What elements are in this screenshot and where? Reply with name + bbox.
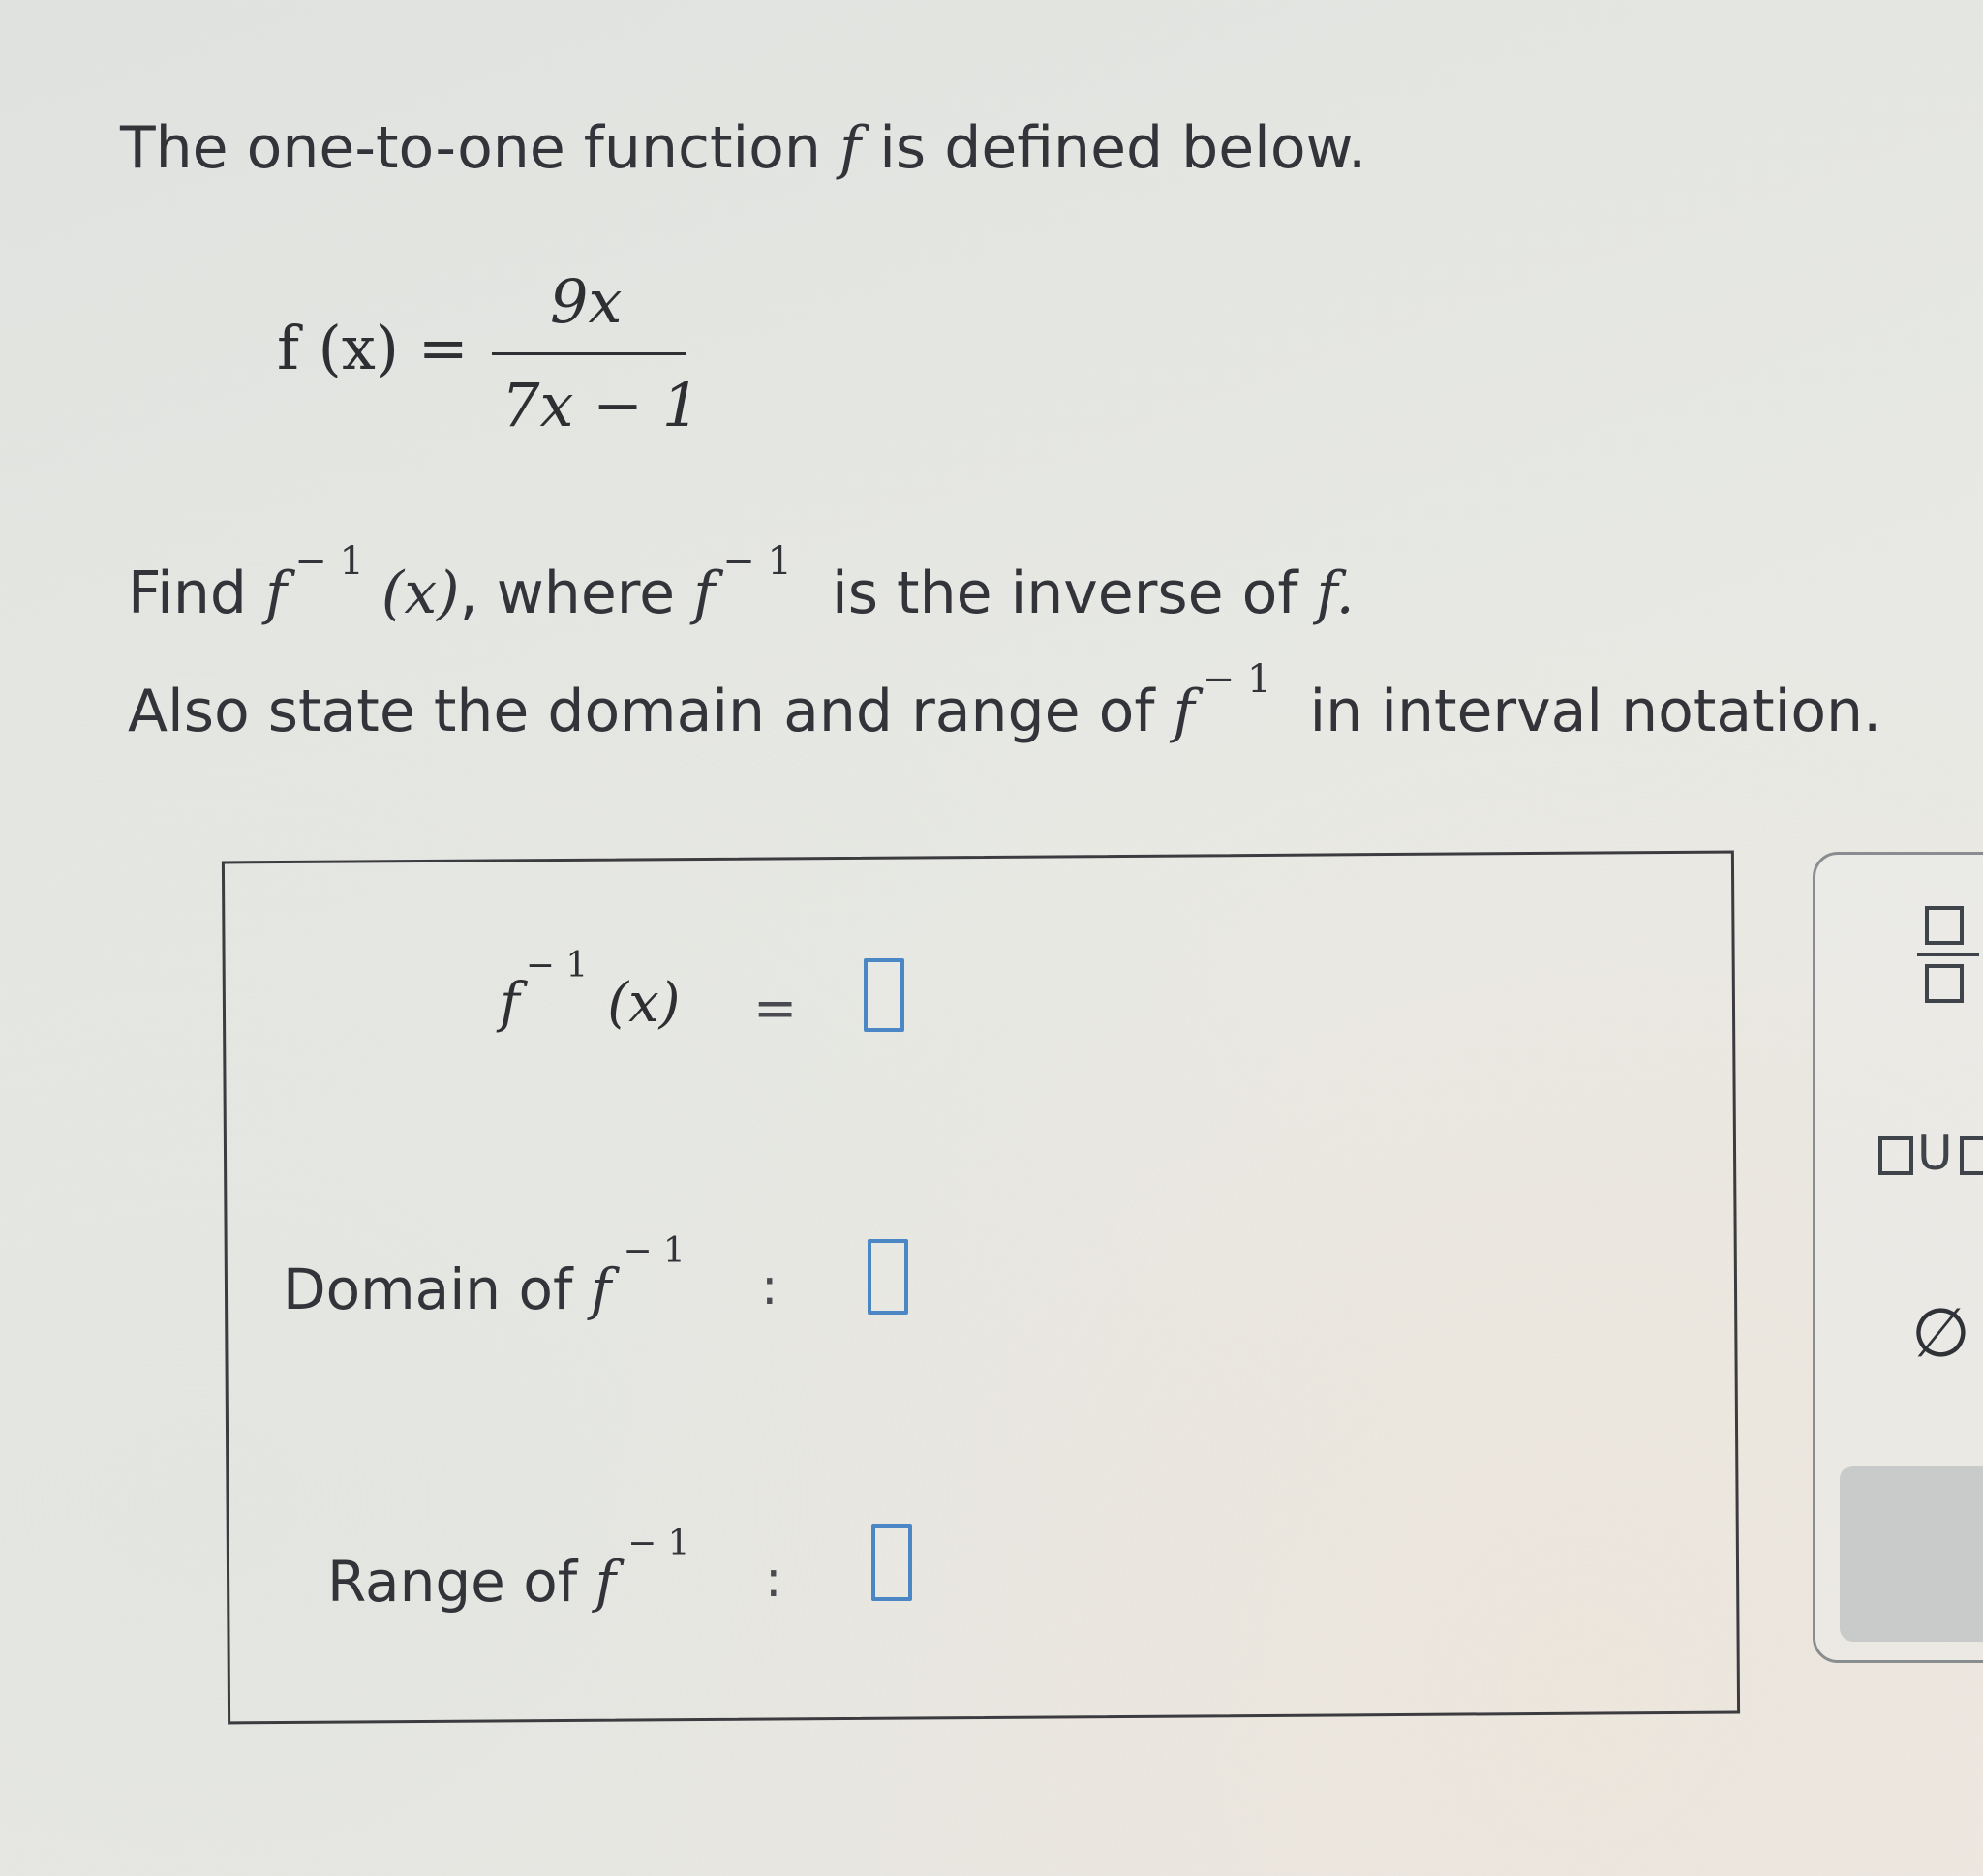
where-f: f bbox=[693, 560, 716, 627]
inverse-expression: f− 1 (x) bbox=[500, 946, 681, 1035]
fraction-icon-bottom-box bbox=[1925, 964, 1964, 1003]
intro-text-end: is defined below. bbox=[861, 114, 1367, 182]
fraction-denominator: 7x − 1 bbox=[502, 370, 701, 440]
fraction-icon-top-box bbox=[1925, 906, 1964, 945]
inverse-text: is the inverse of bbox=[812, 560, 1317, 627]
domain-label-f: f bbox=[590, 1256, 612, 1322]
function-lhs: f (x) = bbox=[277, 313, 469, 383]
fraction-icon-bar bbox=[1917, 953, 1979, 956]
interval-text: in interval notation. bbox=[1291, 678, 1882, 745]
also-text-start: Also state the domain and range of bbox=[128, 678, 1174, 745]
also-superscript: − 1 bbox=[1202, 657, 1272, 702]
also-text: Also state the domain and range of f − 1 … bbox=[128, 657, 1882, 745]
range-label-superscript: − 1 bbox=[627, 1524, 690, 1563]
inverse-expression-superscript: − 1 bbox=[525, 946, 589, 985]
union-icon-left-box bbox=[1878, 1136, 1913, 1175]
union-icon-symbol: U bbox=[1917, 1125, 1953, 1181]
union-button[interactable]: U bbox=[1878, 1125, 1983, 1181]
range-answer-input[interactable] bbox=[871, 1524, 912, 1601]
empty-set-button[interactable]: ∅ bbox=[1911, 1293, 1983, 1377]
domain-colon: : bbox=[761, 1258, 778, 1316]
range-label: Range of f − 1 bbox=[327, 1524, 690, 1615]
find-f: f bbox=[265, 560, 288, 627]
intro-text-start: The one-to-one function bbox=[120, 114, 839, 182]
equals-sign: = bbox=[753, 978, 798, 1039]
palette-action-button[interactable] bbox=[1840, 1466, 1983, 1642]
domain-label-text: Domain of bbox=[283, 1256, 591, 1322]
domain-label-superscript: − 1 bbox=[623, 1231, 686, 1271]
fraction-bar bbox=[492, 352, 686, 355]
inverse-expression-x: (x) bbox=[607, 972, 681, 1035]
inverse-f: f. bbox=[1316, 560, 1355, 627]
union-icon-right-box bbox=[1960, 1136, 1983, 1175]
inverse-expression-f: f bbox=[500, 972, 520, 1035]
where-superscript: − 1 bbox=[722, 539, 792, 584]
range-colon: : bbox=[765, 1551, 782, 1609]
fraction-numerator: 9x bbox=[550, 266, 623, 337]
range-label-f: f bbox=[595, 1549, 617, 1615]
find-text: Find f − 1 (x), where f − 1 is the inverse … bbox=[128, 539, 1355, 627]
also-f: f bbox=[1173, 678, 1195, 745]
range-label-text: Range of bbox=[327, 1549, 595, 1615]
find-superscript: − 1 bbox=[294, 539, 364, 584]
empty-set-icon: ∅ bbox=[1911, 1293, 1970, 1373]
fraction-button[interactable] bbox=[1917, 898, 1983, 1014]
domain-label: Domain of f − 1 bbox=[283, 1231, 686, 1322]
inverse-answer-input[interactable] bbox=[864, 958, 904, 1032]
find-word: Find bbox=[128, 560, 266, 627]
intro-function-name: f bbox=[839, 114, 862, 182]
function-lhs-text: f (x) = bbox=[277, 313, 469, 383]
where-text: , where bbox=[459, 560, 694, 627]
intro-text: The one-to-one function f is defined bel… bbox=[120, 114, 1366, 182]
find-x: (x) bbox=[381, 560, 460, 627]
domain-answer-input[interactable] bbox=[868, 1239, 908, 1315]
